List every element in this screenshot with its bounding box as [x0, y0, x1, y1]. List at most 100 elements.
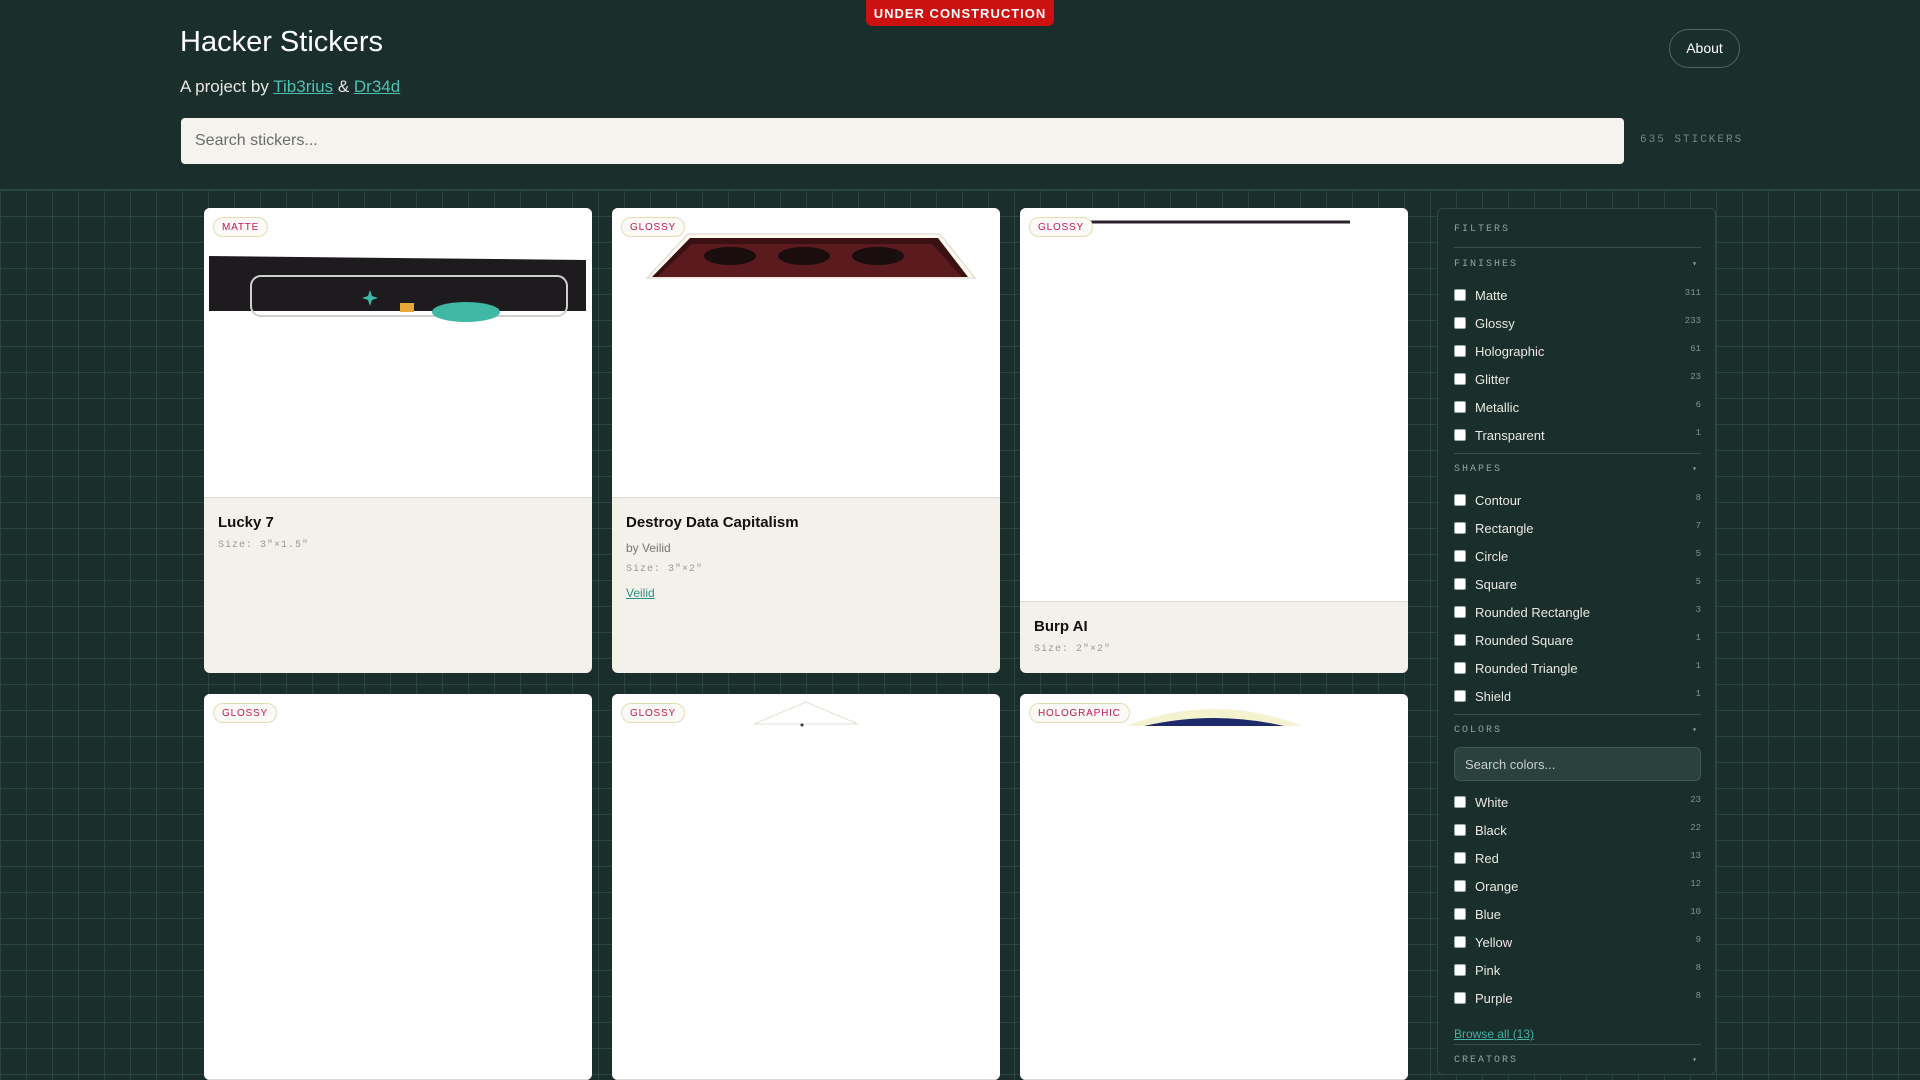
finishes-filter-option[interactable]: Glitter 23	[1454, 369, 1701, 389]
card-title: Burp AI	[1034, 618, 1088, 635]
filter-option-label: Rounded Square	[1475, 633, 1574, 648]
colors-filter-option[interactable]: Purple 8	[1454, 988, 1701, 1008]
finishes-filter-option[interactable]: Matte 311	[1454, 285, 1701, 305]
filter-checkbox[interactable]	[1454, 824, 1466, 836]
sticker-card[interactable]: GLOSSY Destroy Data Capitalism by Veilid…	[612, 208, 1000, 673]
filter-option-label: Glossy	[1475, 316, 1515, 331]
filter-checkbox[interactable]	[1454, 345, 1466, 357]
filter-option-label: Circle	[1475, 549, 1509, 564]
creators-heading: CREATORS	[1454, 1055, 1519, 1066]
card-size: Size: 3"×2"	[626, 564, 704, 575]
filter-checkbox[interactable]	[1454, 634, 1466, 646]
finishes-filter-option[interactable]: Transparent 1	[1454, 425, 1701, 445]
shapes-filter-option[interactable]: Circle 5	[1454, 546, 1701, 566]
finishes-filter-option[interactable]: Metallic 6	[1454, 397, 1701, 417]
shapes-filter-option[interactable]: Rounded Square 1	[1454, 630, 1701, 650]
filter-option-count: 7	[1695, 521, 1701, 531]
filter-checkbox[interactable]	[1454, 317, 1466, 329]
filter-option-count: 1	[1695, 428, 1701, 438]
author-link-tib3rius[interactable]: Tib3rius	[273, 77, 333, 96]
filter-checkbox[interactable]	[1454, 908, 1466, 920]
finishes-heading: FINISHES	[1454, 259, 1519, 270]
divider	[1454, 247, 1701, 248]
sticker-search-input[interactable]	[181, 118, 1624, 164]
filter-checkbox[interactable]	[1454, 852, 1466, 864]
sticker-card[interactable]: GLOSSY	[612, 694, 1000, 1080]
filter-checkbox[interactable]	[1454, 429, 1466, 441]
filter-checkbox[interactable]	[1454, 373, 1466, 385]
filters-title: FILTERS	[1454, 224, 1511, 235]
filter-checkbox[interactable]	[1454, 964, 1466, 976]
filter-checkbox[interactable]	[1454, 992, 1466, 1004]
shapes-filter-option[interactable]: Square 5	[1454, 574, 1701, 594]
finishes-filter-option[interactable]: Glossy 233	[1454, 313, 1701, 333]
filter-checkbox[interactable]	[1454, 289, 1466, 301]
shapes-filter-option[interactable]: Contour 8	[1454, 490, 1701, 510]
filter-option-label: Rounded Rectangle	[1475, 605, 1590, 620]
colors-filter-option[interactable]: White 23	[1454, 792, 1701, 812]
filter-checkbox[interactable]	[1454, 578, 1466, 590]
filter-option-label: Square	[1475, 577, 1517, 592]
under-construction-banner: UNDER CONSTRUCTION	[866, 0, 1054, 26]
finishes-filter-option[interactable]: Holographic 61	[1454, 341, 1701, 361]
colors-filter-option[interactable]: Yellow 9	[1454, 932, 1701, 952]
filter-option-label: Red	[1475, 851, 1499, 866]
colors-filter-option[interactable]: Pink 8	[1454, 960, 1701, 980]
filter-option-count: 22	[1690, 823, 1701, 833]
filter-checkbox[interactable]	[1454, 494, 1466, 506]
creators-section-toggle[interactable]: CREATORS ▾	[1454, 1055, 1701, 1066]
filter-checkbox[interactable]	[1454, 690, 1466, 702]
filter-option-count: 1	[1695, 689, 1701, 699]
creator-link[interactable]: Veilid	[626, 586, 799, 600]
filter-checkbox[interactable]	[1454, 936, 1466, 948]
shapes-filter-option[interactable]: Rectangle 7	[1454, 518, 1701, 538]
shapes-filter-option[interactable]: Rounded Rectangle 3	[1454, 602, 1701, 622]
byline-prefix: A project by	[180, 77, 269, 96]
finish-badge: GLOSSY	[1029, 217, 1093, 237]
card-size: Size: 2"×2"	[1034, 644, 1112, 655]
colors-filter-option[interactable]: Black 22	[1454, 820, 1701, 840]
sticker-card[interactable]: MATTE Lucky 7 Size: 3"×1.5"	[204, 208, 592, 673]
filter-option-count: 23	[1690, 372, 1701, 382]
filter-option-count: 5	[1695, 549, 1701, 559]
filter-option-count: 3	[1695, 605, 1701, 615]
color-search-input[interactable]	[1454, 747, 1701, 781]
filter-option-label: Yellow	[1475, 935, 1513, 950]
sticker-card[interactable]: GLOSSY Burp AI Size: 2"×2"	[1020, 208, 1408, 673]
filter-option-label: Contour	[1475, 493, 1522, 508]
filters-sidebar: FILTERS FINISHES ▾ Matte 311 Glossy 233 Holo…	[1437, 208, 1716, 1075]
shapes-filter-option[interactable]: Shield 1	[1454, 686, 1701, 706]
filter-checkbox[interactable]	[1454, 522, 1466, 534]
colors-filter-option[interactable]: Blue 10	[1454, 904, 1701, 924]
filter-checkbox[interactable]	[1454, 880, 1466, 892]
filter-option-label: Transparent	[1475, 428, 1545, 443]
colors-section-toggle[interactable]: COLORS ▾	[1454, 725, 1701, 736]
about-button[interactable]: About	[1669, 29, 1740, 68]
filter-option-count: 6	[1695, 400, 1701, 410]
card-info: Destroy Data Capitalism by Veilid Size: …	[626, 514, 799, 600]
filter-option-count: 233	[1684, 316, 1701, 326]
sticker-card[interactable]: HOLOGRAPHIC	[1020, 694, 1408, 1080]
browse-all-colors-link[interactable]: Browse all (13)	[1454, 1027, 1534, 1041]
finishes-section-toggle[interactable]: FINISHES ▾	[1454, 259, 1701, 270]
filter-checkbox[interactable]	[1454, 662, 1466, 674]
sticker-image	[1020, 694, 1408, 1080]
filter-option-label: Blue	[1475, 907, 1502, 922]
filter-checkbox[interactable]	[1454, 796, 1466, 808]
filter-checkbox[interactable]	[1454, 401, 1466, 413]
author-link-dr34d[interactable]: Dr34d	[354, 77, 400, 96]
card-creator: by Veilid	[626, 541, 671, 555]
filter-checkbox[interactable]	[1454, 550, 1466, 562]
filter-option-label: Rounded Triangle	[1475, 661, 1578, 676]
filter-option-label: Purple	[1475, 991, 1513, 1006]
divider	[1454, 453, 1701, 454]
sticker-image	[1020, 208, 1408, 602]
sticker-card[interactable]: GLOSSY	[204, 694, 592, 1080]
shapes-section-toggle[interactable]: SHAPES ▾	[1454, 464, 1701, 475]
shapes-filter-option[interactable]: Rounded Triangle 1	[1454, 658, 1701, 678]
colors-filter-option[interactable]: Orange 12	[1454, 876, 1701, 896]
filter-checkbox[interactable]	[1454, 606, 1466, 618]
card-info: Lucky 7 Size: 3"×1.5"	[218, 514, 309, 551]
colors-filter-option[interactable]: Red 13	[1454, 848, 1701, 868]
sticker-image	[204, 694, 592, 1080]
